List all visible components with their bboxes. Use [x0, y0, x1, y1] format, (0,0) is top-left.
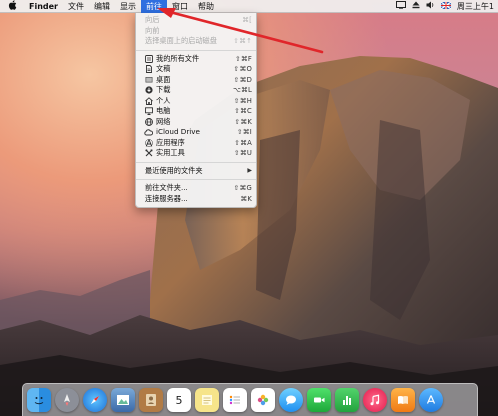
menu-item-icloud-drive[interactable]: iCloud Drive ⇧⌘I	[136, 127, 256, 138]
menu-item-connect-to-server[interactable]: 连接服务器... ⌘K	[136, 194, 256, 205]
icloud-icon	[144, 128, 153, 137]
applications-icon	[144, 138, 153, 147]
menu-item-label: 网络	[156, 116, 171, 126]
menu-item-back[interactable]: 向后 ⌘[	[136, 15, 256, 26]
menu-item-shortcut: ⇧⌘D	[233, 75, 252, 84]
menu-item-shortcut: ⇧⌘I	[236, 128, 252, 136]
menu-item-label: 向前	[145, 25, 160, 35]
desktop-icon	[144, 75, 153, 84]
menu-item-shortcut: ⇧⌘O	[233, 65, 252, 73]
menu-item-downloads[interactable]: 下载 ⌥⌘L	[136, 85, 256, 96]
menu-item-shortcut: ⇧⌘F	[234, 54, 252, 63]
menu-item-label: 下载	[156, 85, 171, 94]
menu-item-shortcut: ⇧⌘U	[233, 149, 252, 157]
dock: 5	[22, 383, 478, 416]
input-source-icon[interactable]	[438, 0, 454, 13]
menu-item-shortcut: ⌘[	[242, 16, 252, 24]
menu-item-select-startup-disk[interactable]: 选择桌面上的启动磁盘 ⇧⌘↑	[136, 36, 256, 47]
utilities-icon	[144, 149, 153, 158]
menu-item-shortcut: ⇧⌘G	[233, 184, 252, 192]
calendar-icon[interactable]: 5	[167, 388, 191, 412]
menu-item-label: 选择桌面上的启动磁盘	[145, 36, 217, 45]
contacts-icon[interactable]	[139, 388, 163, 412]
submenu-arrow-icon: ▶	[247, 166, 252, 174]
menu-bar: Finder 文件 编辑 显示 前往 窗口 帮助 周三上午1	[0, 0, 498, 13]
menu-item-home[interactable]: 个人 ⇧⌘H	[136, 96, 256, 107]
preview-icon[interactable]	[111, 388, 135, 412]
home-icon	[144, 96, 153, 105]
menu-item-all-my-files[interactable]: 我的所有文件 ⇧⌘F	[136, 54, 256, 65]
menu-item-label: iCloud Drive	[156, 127, 200, 136]
menu-item-desktop[interactable]: 桌面 ⇧⌘D	[136, 75, 256, 86]
eject-icon[interactable]	[409, 0, 423, 13]
menu-item-shortcut: ⇧⌘C	[234, 107, 252, 115]
calendar-day: 5	[175, 394, 183, 407]
menu-item-label: 桌面	[156, 74, 171, 84]
finder-icon[interactable]	[27, 388, 51, 412]
messages-icon[interactable]	[279, 388, 303, 412]
menu-item-label: 最近使用的文件夹	[145, 165, 203, 175]
menu-item-label: 实用工具	[156, 148, 185, 157]
facetime-icon[interactable]	[307, 388, 331, 412]
safari-icon[interactable]	[83, 388, 107, 412]
launchpad-icon[interactable]	[55, 388, 79, 412]
computer-icon	[144, 107, 153, 116]
photos-icon[interactable]	[251, 388, 275, 412]
menu-item-shortcut: ⌥⌘L	[232, 86, 252, 94]
menu-window[interactable]: 窗口	[167, 0, 193, 13]
menu-item-computer[interactable]: 电脑 ⇧⌘C	[136, 106, 256, 117]
notes-icon[interactable]	[195, 388, 219, 412]
apple-menu-icon[interactable]	[0, 0, 24, 13]
menu-item-label: 连接服务器...	[145, 193, 188, 203]
menu-item-recent-folders[interactable]: 最近使用的文件夹 ▶	[136, 166, 256, 177]
menu-item-network[interactable]: 网络 ⇧⌘K	[136, 117, 256, 128]
network-icon	[144, 117, 153, 126]
menu-bar-clock[interactable]: 周三上午1	[454, 0, 498, 13]
menu-go[interactable]: 前往	[141, 0, 167, 13]
menu-item-label: 我的所有文件	[156, 53, 200, 63]
menu-item-forward[interactable]: 向前	[136, 26, 256, 37]
menu-item-utilities[interactable]: 实用工具 ⇧⌘U	[136, 148, 256, 159]
menu-item-shortcut: ⇧⌘A	[234, 138, 252, 147]
ibooks-icon[interactable]	[391, 388, 415, 412]
menu-separator	[136, 179, 256, 180]
downloads-icon	[144, 86, 153, 95]
menu-edit[interactable]: 编辑	[89, 0, 115, 13]
menu-separator	[136, 161, 256, 163]
menu-item-shortcut: ⇧⌘K	[234, 117, 252, 126]
reminders-icon[interactable]	[223, 388, 247, 412]
display-mirroring-icon[interactable]	[393, 0, 409, 13]
menu-item-documents[interactable]: 文稿 ⇧⌘O	[136, 64, 256, 75]
menu-item-shortcut: ⇧⌘H	[233, 96, 252, 105]
menu-item-label: 电脑	[156, 106, 171, 115]
app-menu-finder[interactable]: Finder	[24, 0, 63, 13]
menu-item-go-to-folder[interactable]: 前往文件夹... ⇧⌘G	[136, 183, 256, 194]
menu-separator	[136, 49, 256, 51]
menu-item-label: 前往文件夹...	[145, 183, 188, 192]
all-files-icon	[144, 54, 153, 63]
menu-item-label: 向后	[145, 15, 160, 24]
menu-item-label: 应用程序	[156, 137, 185, 147]
go-menu-dropdown: 向后 ⌘[ 向前 选择桌面上的启动磁盘 ⇧⌘↑ 我的所有文件 ⇧⌘F 文稿 ⇧⌘…	[135, 13, 257, 208]
app-store-icon[interactable]	[419, 388, 443, 412]
itunes-icon[interactable]	[363, 388, 387, 412]
menu-bar-status-area: 周三上午1	[393, 0, 498, 13]
volume-icon[interactable]	[423, 0, 438, 13]
menu-view[interactable]: 显示	[115, 0, 141, 13]
menu-file[interactable]: 文件	[63, 0, 89, 13]
menu-item-label: 文稿	[156, 64, 171, 73]
menu-item-shortcut: ⌘K	[240, 194, 252, 203]
apple-logo-icon	[8, 0, 17, 10]
menu-item-label: 个人	[156, 95, 171, 105]
menu-help[interactable]: 帮助	[193, 0, 219, 13]
menu-item-shortcut: ⇧⌘↑	[233, 37, 252, 45]
menu-item-applications[interactable]: 应用程序 ⇧⌘A	[136, 138, 256, 149]
numbers-icon[interactable]	[335, 388, 359, 412]
documents-icon	[144, 65, 153, 74]
